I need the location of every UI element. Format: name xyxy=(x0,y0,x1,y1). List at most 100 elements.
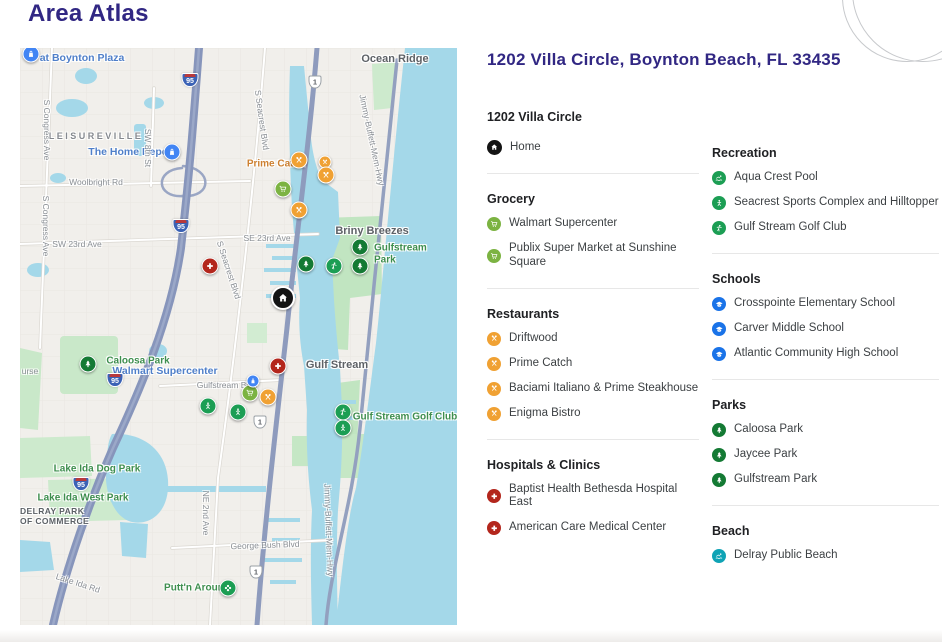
list-item[interactable]: Atlantic Community High School xyxy=(712,347,939,361)
utensils-icon xyxy=(487,407,501,421)
divider xyxy=(712,505,939,506)
tree-icon xyxy=(356,243,365,252)
home-address-heading: 1202 Villa Circle xyxy=(487,110,699,124)
restaurant-marker[interactable] xyxy=(291,202,308,219)
recreation-marker[interactable] xyxy=(200,398,217,415)
cart-icon xyxy=(279,185,288,194)
list-item[interactable]: Prime Catch xyxy=(487,357,699,371)
divider xyxy=(487,173,699,174)
recreation-marker[interactable] xyxy=(335,420,352,437)
restaurant-marker[interactable] xyxy=(291,152,308,169)
swimmer-icon xyxy=(712,549,726,563)
list-item[interactable]: American Care Medical Center xyxy=(487,521,699,535)
utensils-icon xyxy=(487,357,501,371)
panel-right-column: Recreation Aqua Crest Pool Seacrest Spor… xyxy=(712,146,939,563)
restaurant-marker[interactable] xyxy=(318,167,335,184)
park-marker[interactable] xyxy=(298,256,315,273)
recreation-marker[interactable] xyxy=(326,258,343,275)
list-item-home[interactable]: Home xyxy=(487,140,699,155)
list-item[interactable]: Delray Public Beach xyxy=(712,549,939,563)
person-icon xyxy=(339,424,348,433)
medical-cross-icon xyxy=(274,362,283,371)
list-item[interactable]: Driftwood xyxy=(487,332,699,346)
graduation-cap-icon xyxy=(712,322,726,336)
person-icon xyxy=(204,402,213,411)
list-item[interactable]: Jaycee Park xyxy=(712,448,939,462)
divider xyxy=(712,253,939,254)
section-header-hospitals: Hospitals & Clinics xyxy=(487,458,699,472)
cart-icon xyxy=(246,389,255,398)
list-item[interactable]: Crosspointe Elementary School xyxy=(712,297,939,311)
section-header-beach: Beach xyxy=(712,524,939,538)
medical-cross-icon xyxy=(487,521,501,535)
medical-cross-icon xyxy=(206,262,215,271)
list-item[interactable]: Baciami Italiano & Prime Steakhouse xyxy=(487,382,699,396)
golfer-icon xyxy=(339,408,348,417)
person-icon xyxy=(234,408,243,417)
tree-icon xyxy=(84,360,93,369)
graduation-cap-icon xyxy=(712,297,726,311)
section-header-grocery: Grocery xyxy=(487,192,699,206)
mini-golf-marker[interactable] xyxy=(220,580,237,597)
recreation-marker[interactable] xyxy=(230,404,247,421)
list-item[interactable]: Gulf Stream Golf Club xyxy=(712,221,939,235)
details-panel: 1202 Villa Circle, Boynton Beach, FL 334… xyxy=(487,50,939,70)
home-marker[interactable] xyxy=(271,286,295,310)
park-marker[interactable] xyxy=(352,258,369,275)
tree-icon xyxy=(712,473,726,487)
grocery-marker[interactable] xyxy=(275,181,292,198)
person-icon xyxy=(712,196,726,210)
park-marker[interactable] xyxy=(352,239,369,256)
area-map[interactable]: at Boynton Plaza The Home Depot LEISUREV… xyxy=(20,48,457,625)
list-item[interactable]: Baptist Health Bethesda Hospital East xyxy=(487,483,699,511)
divider xyxy=(487,439,699,440)
list-item[interactable]: Seacrest Sports Complex and Hilltopper xyxy=(712,196,939,210)
utensils-icon xyxy=(487,332,501,346)
hospital-marker[interactable] xyxy=(270,358,287,375)
section-header-recreation: Recreation xyxy=(712,146,939,160)
page-title: Area Atlas xyxy=(28,0,149,28)
list-item[interactable]: Walmart Supercenter xyxy=(487,217,699,231)
utensils-icon xyxy=(295,156,304,165)
section-header-parks: Parks xyxy=(712,398,939,412)
divider xyxy=(712,379,939,380)
utensils-icon xyxy=(322,171,331,180)
divider xyxy=(487,288,699,289)
golfer-icon xyxy=(712,221,726,235)
restaurant-marker[interactable] xyxy=(260,389,277,406)
map-terrain xyxy=(20,48,457,625)
list-item[interactable]: Caloosa Park xyxy=(712,423,939,437)
address-title: 1202 Villa Circle, Boynton Beach, FL 334… xyxy=(487,50,939,70)
tree-icon xyxy=(302,260,311,269)
shopping-bag-icon xyxy=(27,50,36,59)
list-item[interactable]: Enigma Bistro xyxy=(487,407,699,421)
section-header-restaurants: Restaurants xyxy=(487,307,699,321)
tree-icon xyxy=(356,262,365,271)
tree-icon xyxy=(712,423,726,437)
store-poi-marker[interactable] xyxy=(247,375,260,388)
hospital-marker[interactable] xyxy=(202,258,219,275)
utensils-icon xyxy=(322,159,329,166)
flower-icon xyxy=(224,584,233,593)
store-poi-marker[interactable] xyxy=(164,144,181,161)
shopping-bag-icon xyxy=(168,148,177,157)
graduation-cap-icon xyxy=(712,347,726,361)
section-header-schools: Schools xyxy=(712,272,939,286)
list-item[interactable]: Aqua Crest Pool xyxy=(712,171,939,185)
recreation-marker[interactable] xyxy=(335,404,352,421)
medical-cross-icon xyxy=(487,489,501,503)
cart-icon xyxy=(487,217,501,231)
golfer-icon xyxy=(330,262,339,271)
list-item[interactable]: Publix Super Market at Sunshine Square xyxy=(487,242,699,270)
tree-icon xyxy=(712,448,726,462)
utensils-icon xyxy=(487,382,501,396)
home-icon xyxy=(277,292,289,304)
list-item[interactable]: Gulfstream Park xyxy=(712,473,939,487)
cart-icon xyxy=(487,249,501,263)
home-icon xyxy=(487,140,502,155)
park-marker[interactable] xyxy=(80,356,97,373)
list-item[interactable]: Carver Middle School xyxy=(712,322,939,336)
panel-left-column: 1202 Villa Circle Home Grocery Walmart S… xyxy=(487,110,699,535)
utensils-icon xyxy=(264,393,273,402)
bottom-fade xyxy=(0,630,942,642)
